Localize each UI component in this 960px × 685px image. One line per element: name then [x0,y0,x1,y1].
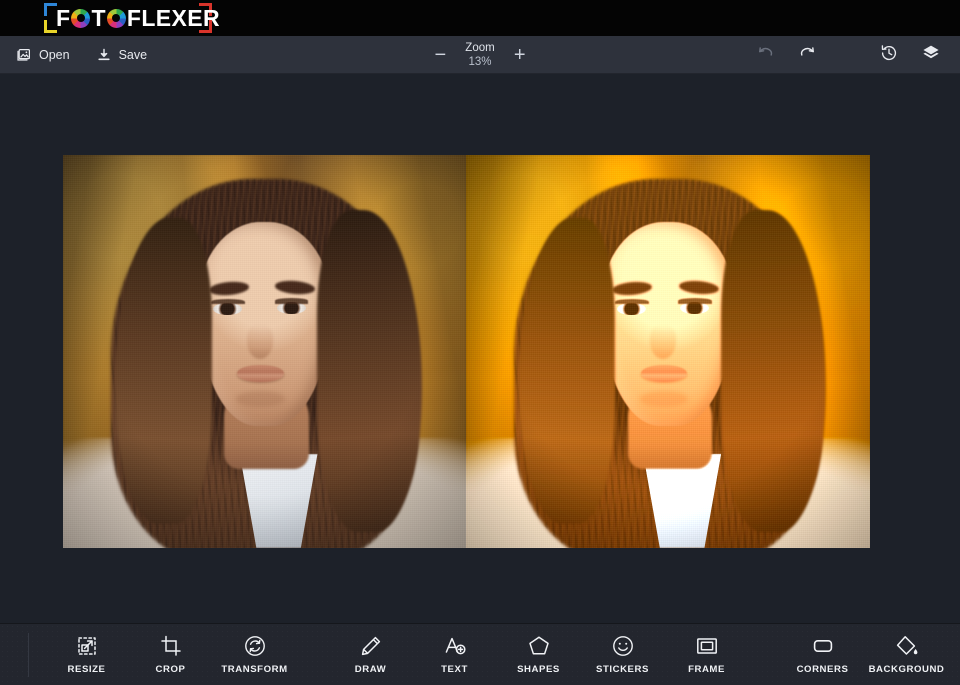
subject-eyelid-left [615,299,649,305]
tool-frame-label: FRAME [688,664,725,675]
tool-shapes-label: SHAPES [517,664,560,675]
tool-shapes[interactable]: SHAPES [497,634,581,675]
photo-stage[interactable] [63,155,870,548]
tool-stickers-label: STICKERS [596,664,649,675]
undo-icon [756,43,775,67]
adjust-group: FILTER RESIZE [0,624,297,685]
create-group: DRAW TEXT [329,624,749,685]
frame-icon [695,634,719,658]
logo-text-prefix: F [56,1,70,35]
app-header: F T FLEXER [0,0,960,36]
pencil-icon [359,634,383,658]
tool-text-label: TEXT [441,664,468,675]
tool-resize-label: RESIZE [68,664,106,675]
logo-wordmark: F T FLEXER [56,1,220,35]
subject-lips [237,365,284,382]
fotoflexer-app: F T FLEXER Open [0,0,960,685]
subject-chin-shadow [640,391,688,407]
zoom-in-button[interactable]: + [511,45,529,65]
subject-eyelid-left [211,299,245,305]
open-image-icon [16,47,32,63]
open-button-label: Open [39,48,70,62]
history-icon [879,43,899,68]
toolbar-right-group [750,36,946,74]
tool-background-label: BACKGROUND [869,664,945,675]
tool-crop[interactable]: CROP [129,634,213,675]
logo-text-middle: T [91,1,105,35]
open-button[interactable]: Open [14,44,72,66]
save-button-label: Save [119,48,148,62]
tool-background[interactable]: BACKGROUND [865,634,949,675]
top-toolbar: Open Save − Zoom 13% + [0,36,960,74]
save-button[interactable]: Save [94,44,150,66]
rounded-rect-icon [811,634,835,658]
redo-button[interactable] [792,40,822,70]
layers-button[interactable] [916,40,946,70]
subject-eye-left [213,303,242,315]
paint-bucket-icon [895,634,919,658]
redo-icon [798,43,817,67]
editor-canvas[interactable] [0,74,960,623]
finish-group: CORNERS BACKGROUND [781,624,960,685]
original-photo[interactable] [63,155,466,548]
smiley-icon [611,634,635,658]
crop-icon [159,634,183,658]
tool-merge[interactable]: MERGE [949,634,960,675]
camera-shutter-icon-2 [107,9,126,28]
tool-divider-1 [28,633,29,677]
history-button[interactable] [874,40,904,70]
download-save-icon [96,47,112,63]
subject-eye-right [277,302,306,314]
tool-transform[interactable]: TRANSFORM [213,634,297,675]
tool-resize[interactable]: RESIZE [45,634,129,675]
tool-text[interactable]: TEXT [413,634,497,675]
undo-button[interactable] [750,40,780,70]
camera-shutter-icon [71,9,90,28]
zoom-value: 13% [465,55,494,69]
transform-icon [243,634,267,658]
resize-icon [75,634,99,658]
subject-eyelid-right [275,298,309,304]
tool-stickers[interactable]: STICKERS [581,634,665,675]
zoom-out-button[interactable]: − [431,45,449,65]
tool-draw[interactable]: DRAW [329,634,413,675]
tool-filter[interactable]: FILTER [0,634,12,675]
subject-chin-shadow [236,391,284,407]
tool-draw-label: DRAW [355,664,387,675]
tool-frame[interactable]: FRAME [665,634,749,675]
bottom-toolbar: FILTER RESIZE [0,623,960,685]
subject-eye-left [617,303,646,315]
pentagon-icon [527,634,551,658]
zoom-control: − Zoom 13% + [431,36,528,74]
tool-transform-label: TRANSFORM [221,664,287,675]
tool-corners[interactable]: CORNERS [781,634,865,675]
zoom-label: Zoom [465,41,494,55]
subject-nose [247,324,273,359]
layers-icon [921,43,941,68]
text-add-icon [443,634,467,658]
subject-eyelid-right [678,298,712,304]
zoom-readout: Zoom 13% [465,41,494,70]
tool-crop-label: CROP [156,664,186,675]
fotoflexer-logo[interactable]: F T FLEXER [44,1,212,35]
tool-corners-label: CORNERS [797,664,849,675]
subject-lips [641,365,688,382]
edited-photo[interactable] [466,155,870,548]
toolbar-left-group: Open Save [14,44,149,66]
logo-text-suffix: FLEXER [127,1,220,35]
